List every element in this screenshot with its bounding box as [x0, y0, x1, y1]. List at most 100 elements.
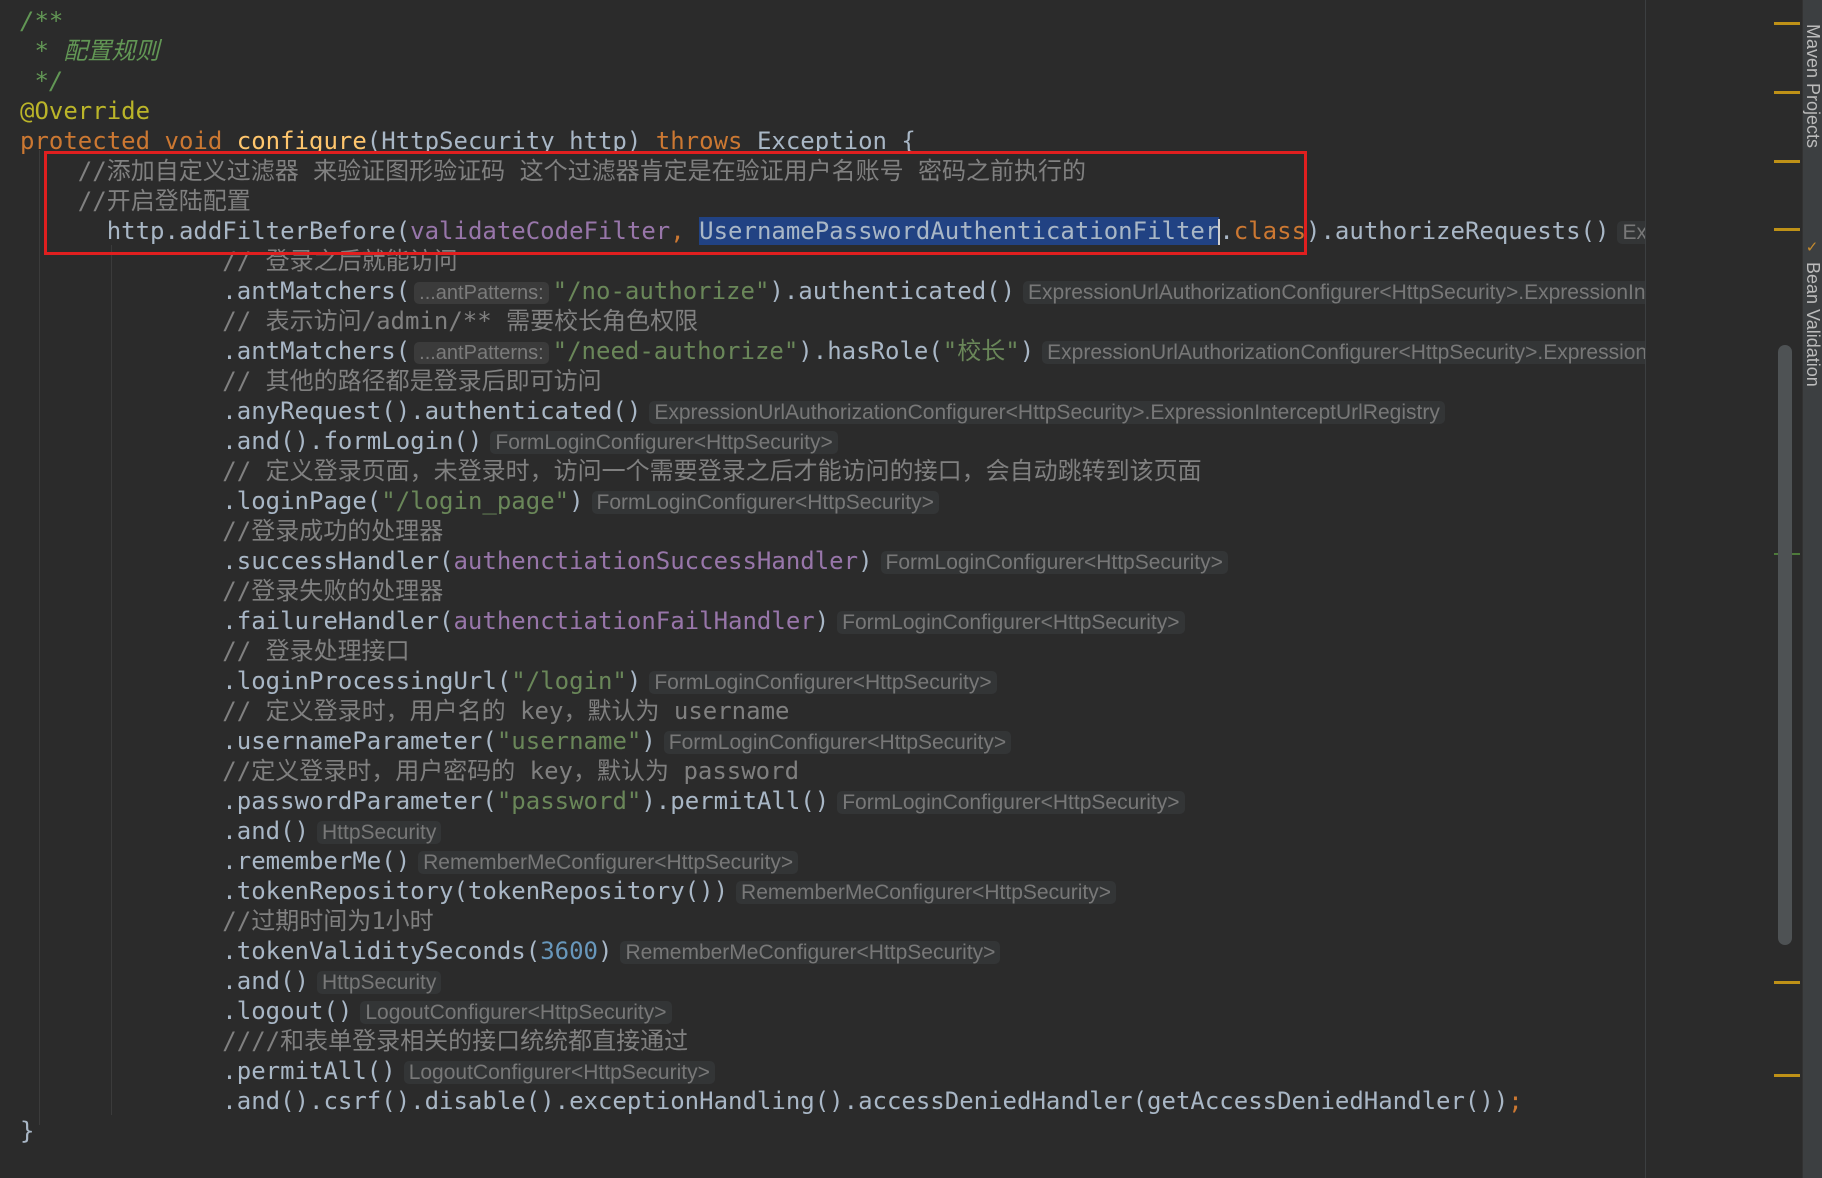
comment: // 定义登录时，用户名的 key，默认为 username: [222, 697, 790, 725]
code-line[interactable]: .and() HttpSecurity: [20, 966, 442, 996]
code-line[interactable]: .failureHandler(authenctiationFailHandle…: [20, 606, 1185, 636]
code-line[interactable]: /**: [20, 6, 63, 36]
code-line[interactable]: protected void configure(HttpSecurity ht…: [20, 126, 916, 156]
inlay-type-hint: FormLoginConfigurer<HttpSecurity>: [880, 551, 1228, 574]
code-line[interactable]: //定义登录时，用户密码的 key，默认为 password: [20, 756, 799, 786]
keyword: class: [1233, 217, 1307, 245]
code-line[interactable]: .antMatchers(...antPatterns: "/no-authori…: [20, 276, 1645, 306]
code-line[interactable]: .loginPage("/login_page") FormLoginConfig…: [20, 486, 939, 516]
code-line[interactable]: // 定义登录页面，未登录时，访问一个需要登录之后才能访问的接口，会自动跳转到该…: [20, 456, 1201, 486]
vertical-scrollbar[interactable]: [1778, 345, 1792, 945]
warning-marker[interactable]: [1774, 91, 1800, 94]
doc-comment: /**: [20, 7, 64, 35]
code-text: .tokenValiditySeconds(: [222, 937, 541, 965]
code-editor[interactable]: /** * 配置规则 */@Override protected void con…: [0, 0, 1645, 1178]
comment: //添加自定义过滤器 来验证图形验证码 这个过滤器肯定是在验证用户名账号 密码之…: [77, 157, 1087, 185]
code-line[interactable]: //登录失败的处理器: [20, 576, 443, 606]
code-line[interactable]: .antMatchers(...antPatterns: "/need-autho…: [20, 336, 1645, 366]
inlay-type-hint: FormLoginConfigurer<HttpSecurity>: [490, 431, 838, 454]
code-line[interactable]: .tokenRepository(tokenRepository()) Remem…: [20, 876, 1117, 906]
parameter-hint: ...antPatterns:: [414, 282, 549, 304]
comment: ////和表单登录相关的接口统统都直接通过: [222, 1027, 689, 1055]
inlay-type-hint: HttpSecurity: [317, 821, 442, 844]
code-line[interactable]: // 表示访问/admin/** 需要校长角色权限: [20, 306, 698, 336]
comment: //过期时间为1小时: [222, 907, 434, 935]
code-text: .anyRequest().authenticated(): [222, 397, 642, 425]
code-text: .and(): [222, 817, 309, 845]
code-text: ).authorizeRequests(): [1306, 217, 1610, 245]
code-line[interactable]: //过期时间为1小时: [20, 906, 434, 936]
warning-marker[interactable]: [1774, 981, 1800, 984]
code-text: http.addFilterBefore(: [106, 217, 411, 245]
code-line[interactable]: .passwordParameter("password").permitAll…: [20, 786, 1185, 816]
code-line[interactable]: */: [20, 66, 63, 96]
code-line[interactable]: .and().formLogin() FormLoginConfigurer<Ht…: [20, 426, 838, 456]
code-text: .passwordParameter(: [222, 787, 497, 815]
code-text: .and(): [222, 967, 309, 995]
code-text: .and().formLogin(): [222, 427, 483, 455]
field-name: authenctiationFailHandler: [453, 607, 815, 635]
code-line[interactable]: //添加自定义过滤器 来验证图形验证码 这个过滤器肯定是在验证用户名账号 密码之…: [20, 156, 1086, 186]
code-text: ): [569, 487, 584, 515]
code-line[interactable]: }: [20, 1116, 34, 1146]
inlay-type-hint: RememberMeConfigurer<HttpSecurity>: [620, 941, 1001, 964]
tool-tab-bean-validation[interactable]: Bean Validation: [1802, 262, 1822, 387]
inlay-type-hint: RememberMeConfigurer<HttpSecurity>: [418, 851, 799, 874]
code-line[interactable]: .tokenValiditySeconds(3600) RememberMeCon…: [20, 936, 1001, 966]
warning-marker[interactable]: [1774, 228, 1800, 231]
code-line[interactable]: .permitAll() LogoutConfigurer<HttpSecurit…: [20, 1056, 715, 1086]
bean-validation-icon[interactable]: ✓: [1803, 238, 1821, 256]
code-line[interactable]: //开启登陆配置: [20, 186, 251, 216]
code-text: ): [858, 547, 873, 575]
code-line[interactable]: // 其他的路径都是登录后即可访问: [20, 366, 602, 396]
code-line[interactable]: http.addFilterBefore(validateCodeFilter,…: [20, 216, 1645, 246]
code-text: .successHandler(: [222, 547, 454, 575]
code-line[interactable]: .and().csrf().disable().exceptionHandlin…: [20, 1086, 1522, 1116]
code-line[interactable]: @Override: [20, 96, 150, 126]
comment: //登录失败的处理器: [222, 577, 444, 605]
code-line[interactable]: .loginProcessingUrl("/login") FormLoginCo…: [20, 666, 997, 696]
comment: //开启登陆配置: [77, 187, 251, 215]
code-line[interactable]: // 定义登录时，用户名的 key，默认为 username: [20, 696, 789, 726]
code-line[interactable]: // 登录处理接口: [20, 636, 409, 666]
comment: // 其他的路径都是登录后即可访问: [222, 367, 602, 395]
code-text: }: [20, 1117, 35, 1145]
code-line[interactable]: .usernameParameter("username") FormLoginC…: [20, 726, 1012, 756]
tool-tab-maven-projects[interactable]: Maven Projects: [1802, 24, 1822, 148]
inlay-type-hint: LogoutConfigurer<HttpSecurity>: [403, 1061, 715, 1084]
string-literal: "校长": [942, 337, 1020, 365]
code-line[interactable]: * 配置规则: [20, 36, 159, 66]
code-text: .: [1219, 217, 1234, 245]
code-line[interactable]: .and() HttpSecurity: [20, 816, 442, 846]
number-literal: 3600: [540, 937, 598, 965]
warning-marker[interactable]: [1774, 1074, 1800, 1077]
warning-marker[interactable]: [1774, 160, 1800, 163]
warning-marker[interactable]: [1774, 22, 1800, 25]
keyword: protected: [20, 127, 165, 155]
code-line[interactable]: .successHandler(authenctiationSuccessHan…: [20, 546, 1228, 576]
code-line[interactable]: .logout() LogoutConfigurer<HttpSecurity>: [20, 996, 672, 1026]
code-line[interactable]: // 登录之后就能访问: [20, 246, 457, 276]
code-text: .loginProcessingUrl(: [222, 667, 512, 695]
code-line[interactable]: .rememberMe() RememberMeConfigurer<HttpSe…: [20, 846, 799, 876]
code-line[interactable]: .anyRequest().authenticated() ExpressionU…: [20, 396, 1445, 426]
code-line[interactable]: ////和表单登录相关的接口统统都直接通过: [20, 1026, 688, 1056]
code-text: .antMatchers(: [222, 277, 411, 305]
scrollbar-thumb[interactable]: [1778, 345, 1792, 945]
code-text: ): [814, 607, 830, 635]
code-text: .rememberMe(): [222, 847, 411, 875]
code-line[interactable]: //登录成功的处理器: [20, 516, 443, 546]
